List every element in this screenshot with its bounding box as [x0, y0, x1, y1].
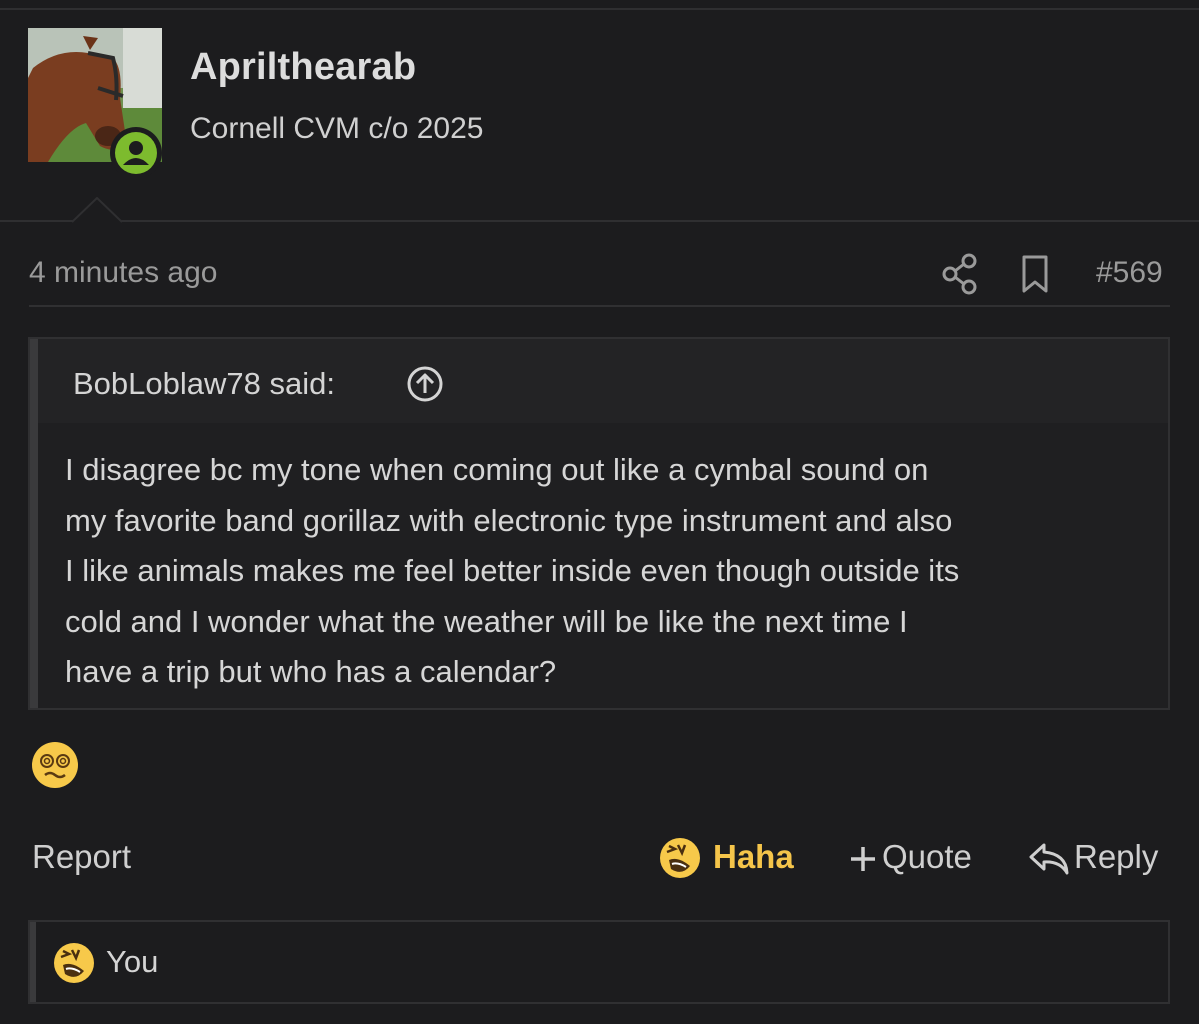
quote-header: BobLoblaw78 said:: [38, 339, 1168, 423]
arrow-up-circle-icon[interactable]: [406, 365, 444, 403]
reactions-left-bar: [30, 922, 36, 1002]
username-link[interactable]: Aprilthearab: [190, 46, 416, 89]
reactions-summary[interactable]: You: [28, 920, 1170, 1004]
dizzy-face-emoji-icon: [32, 742, 78, 788]
quote-left-bar: [30, 339, 38, 708]
rofl-emoji-icon: [660, 838, 700, 878]
rofl-emoji-icon: [54, 943, 94, 983]
quote-body-text: I disagree bc my tone when coming out li…: [65, 445, 1145, 698]
quote-line: I disagree bc my tone when coming out li…: [65, 452, 929, 487]
plus-icon: [851, 847, 875, 871]
reply-arrow-icon: [1029, 843, 1069, 875]
quote-line: have a trip but who has a calendar?: [65, 654, 557, 689]
quote-label: Quote: [882, 838, 972, 875]
quoted-post: BobLoblaw78 said: I disagree bc my tone …: [28, 337, 1170, 710]
online-status-badge: [110, 127, 162, 179]
quote-author-label: BobLoblaw78 said:: [73, 366, 335, 401]
quote-line: cold and I wonder what the weather will …: [65, 603, 908, 639]
post-user-header: [0, 10, 1199, 222]
quote-line: I like animals makes me feel better insi…: [65, 553, 960, 588]
header-pointer-arrow: [72, 197, 122, 223]
post-timestamp[interactable]: 4 minutes ago: [29, 256, 217, 290]
haha-label: Haha: [713, 838, 794, 875]
meta-divider: [29, 305, 1170, 307]
post-number-link[interactable]: #569: [1096, 256, 1163, 290]
user-title: Cornell CVM c/o 2025: [190, 112, 484, 145]
bookmark-icon[interactable]: [1018, 254, 1052, 294]
share-icon[interactable]: [940, 252, 980, 296]
report-button[interactable]: Report: [32, 838, 131, 876]
reaction-users-label[interactable]: You: [106, 944, 158, 980]
online-user-icon: [123, 141, 149, 165]
reply-label: Reply: [1074, 838, 1159, 875]
header-divider: [0, 220, 1199, 222]
quote-line: my favorite band gorillaz with electroni…: [65, 502, 953, 538]
